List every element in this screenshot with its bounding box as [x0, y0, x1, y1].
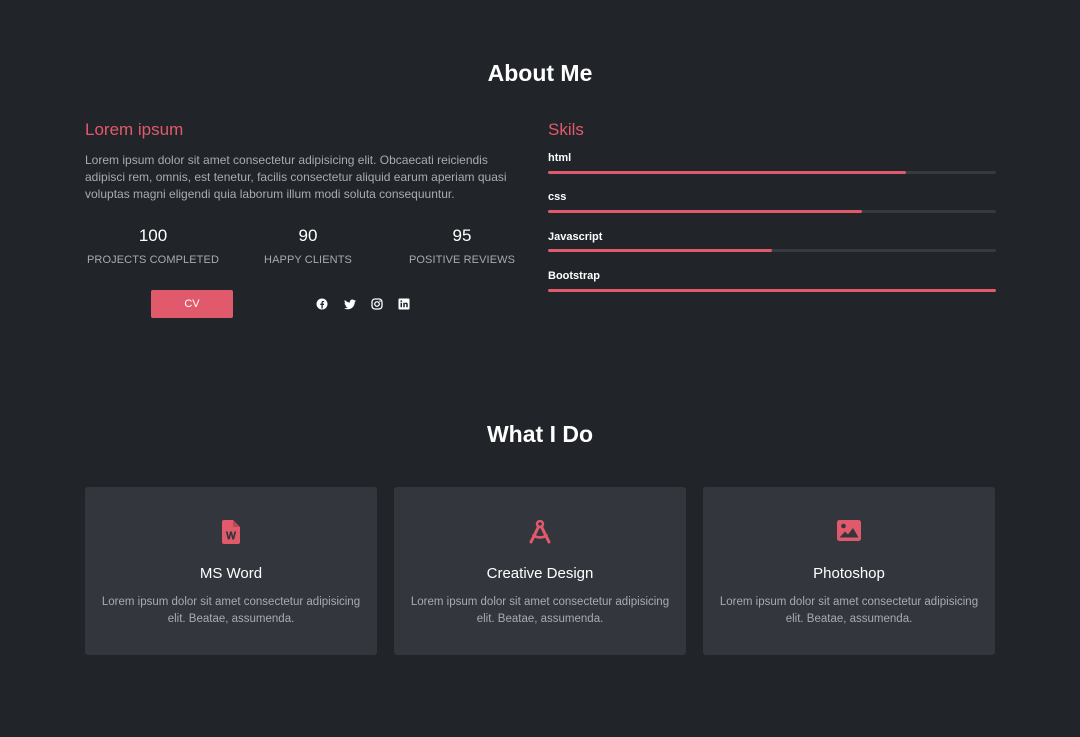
about-heading: Lorem ipsum	[85, 120, 184, 139]
linkedin-icon[interactable]	[398, 298, 410, 310]
skills-panel: Skils html css Javascript Bootstrap	[548, 120, 996, 292]
stat-label: POSITIVE REVIEWS	[408, 254, 516, 266]
image-icon	[703, 520, 995, 544]
about-text: Lorem ipsum dolor sit amet consectetur a…	[85, 153, 507, 201]
skills-heading: Skils	[548, 120, 584, 139]
about-section-title: About Me	[487, 60, 593, 86]
card-text: Lorem ipsum dolor sit amet consectetur a…	[101, 596, 361, 625]
stat-value: 95	[452, 226, 472, 245]
facebook-icon[interactable]	[316, 298, 328, 310]
stat-value: 90	[298, 226, 318, 245]
skill-name: Bootstrap	[548, 270, 600, 282]
stats-row: 100 PROJECTS COMPLETED 90 HAPPY CLIENTS …	[85, 226, 530, 270]
skill-javascript: Javascript	[548, 231, 996, 252]
stat-clients: 90 HAPPY CLIENTS	[231, 226, 385, 266]
skill-progress-fill	[548, 249, 772, 252]
stat-label: HAPPY CLIENTS	[264, 254, 352, 266]
card-text: Lorem ipsum dolor sit amet consectetur a…	[410, 596, 670, 625]
service-card-creative-design: Creative Design Lorem ipsum dolor sit am…	[394, 487, 686, 655]
skill-progress-track	[548, 289, 996, 292]
service-card-ms-word: MS Word Lorem ipsum dolor sit amet conse…	[85, 487, 377, 655]
skill-html: html	[548, 152, 996, 174]
skill-progress-track	[548, 249, 996, 252]
service-card-photoshop: Photoshop Lorem ipsum dolor sit amet con…	[703, 487, 995, 655]
cv-button[interactable]: CV	[151, 290, 233, 318]
card-title: Photoshop	[813, 565, 885, 582]
skill-progress-fill	[548, 289, 996, 292]
twitter-icon[interactable]	[344, 298, 356, 310]
skill-name: css	[548, 191, 567, 203]
card-text: Lorem ipsum dolor sit amet consectetur a…	[719, 596, 979, 625]
card-title: MS Word	[199, 565, 263, 582]
skill-progress-fill	[548, 210, 862, 213]
skill-progress-track	[548, 210, 996, 213]
instagram-icon[interactable]	[371, 298, 383, 310]
compass-icon	[394, 520, 686, 544]
stat-label: PROJECTS COMPLETED	[87, 254, 219, 266]
skill-bootstrap: Bootstrap	[548, 270, 996, 292]
skill-progress-track	[548, 171, 996, 174]
stat-reviews: 95 POSITIVE REVIEWS	[385, 226, 539, 266]
card-title: Creative Design	[486, 565, 594, 582]
about-intro: Lorem ipsum Lorem ipsum dolor sit amet c…	[85, 120, 530, 203]
skill-css: css	[548, 191, 996, 213]
skill-name: Javascript	[548, 231, 603, 243]
services-section-title: What I Do	[486, 421, 594, 447]
word-file-icon	[85, 520, 377, 544]
stat-projects: 100 PROJECTS COMPLETED	[76, 226, 230, 266]
skill-name: html	[548, 152, 572, 164]
stat-value: 100	[138, 226, 168, 245]
skill-progress-fill	[548, 171, 907, 174]
